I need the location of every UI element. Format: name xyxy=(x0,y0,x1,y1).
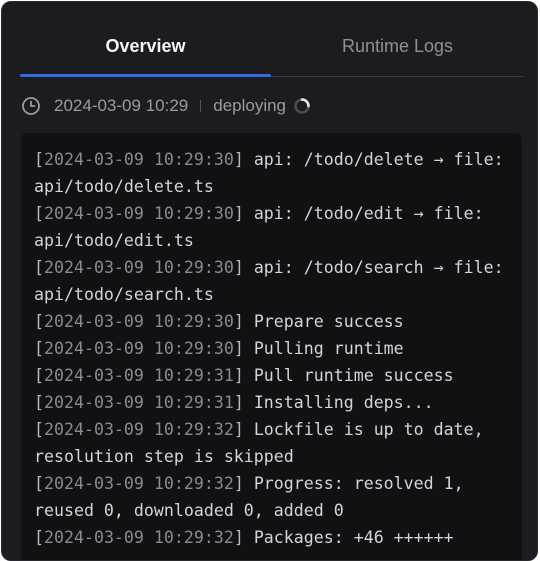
log-line: [2024-03-09 10:29:30] Prepare success xyxy=(34,308,510,335)
log-line: [2024-03-09 10:29:31] Installing deps... xyxy=(34,389,510,416)
log-line: [2024-03-09 10:29:30] api: /todo/delete … xyxy=(34,146,510,200)
log-bracket: [ xyxy=(34,312,44,331)
log-bracket: [ xyxy=(34,339,44,358)
log-message: Pull runtime success xyxy=(253,366,454,385)
tab-overview[interactable]: Overview xyxy=(20,2,271,76)
deployment-panel: Overview Runtime Logs 2024-03-09 10:29 d… xyxy=(1,1,538,561)
log-timestamp: 2024-03-09 10:29:30 xyxy=(44,258,234,277)
log-bracket: ] xyxy=(233,366,254,385)
log-line: [2024-03-09 10:29:30] api: /todo/edit → … xyxy=(34,200,510,254)
log-bracket: [ xyxy=(34,474,44,493)
log-bracket: ] xyxy=(233,150,254,169)
loading-spinner-icon xyxy=(294,98,310,114)
log-bracket: [ xyxy=(34,366,44,385)
log-bracket: [ xyxy=(34,204,44,223)
meta-divider xyxy=(200,100,202,112)
deployment-timestamp: 2024-03-09 10:29 xyxy=(54,96,189,115)
log-timestamp: 2024-03-09 10:29:32 xyxy=(44,474,234,493)
clock-icon xyxy=(22,97,40,115)
log-line: [2024-03-09 10:29:32] Packages: +46 ++++… xyxy=(34,524,510,551)
log-message: Installing deps... xyxy=(253,393,434,412)
log-timestamp: 2024-03-09 10:29:30 xyxy=(44,339,234,358)
log-line: [2024-03-09 10:29:32] Progress: resolved… xyxy=(34,470,510,524)
log-timestamp: 2024-03-09 10:29:31 xyxy=(44,393,234,412)
log-timestamp: 2024-03-09 10:29:30 xyxy=(44,150,234,169)
deployment-status: deploying xyxy=(213,96,287,115)
log-bracket: [ xyxy=(34,258,44,277)
log-bracket: ] xyxy=(233,474,254,493)
log-line: [2024-03-09 10:29:32] Lockfile is up to … xyxy=(34,416,510,470)
log-bracket: ] xyxy=(233,393,254,412)
log-message: Prepare success xyxy=(253,312,404,331)
deployment-meta: 2024-03-09 10:29 deploying xyxy=(21,94,311,118)
log-line: [2024-03-09 10:29:31] Pull runtime succe… xyxy=(34,362,510,389)
log-bracket: [ xyxy=(34,420,44,439)
log-timestamp: 2024-03-09 10:29:30 xyxy=(44,204,234,223)
log-message: Packages: +46 ++++++ xyxy=(253,528,454,547)
log-bracket: ] xyxy=(233,312,254,331)
log-message: Pulling runtime xyxy=(253,339,404,358)
log-line: [2024-03-09 10:29:30] Pulling runtime xyxy=(34,335,510,362)
tab-runtime-logs[interactable]: Runtime Logs xyxy=(272,2,523,76)
tab-bar: Overview Runtime Logs xyxy=(20,2,523,77)
log-bracket: ] xyxy=(233,258,254,277)
log-bracket: ] xyxy=(233,204,254,223)
log-bracket: [ xyxy=(34,528,44,547)
log-console: [2024-03-09 10:29:30] api: /todo/delete … xyxy=(21,133,522,560)
log-bracket: [ xyxy=(34,393,44,412)
log-timestamp: 2024-03-09 10:29:32 xyxy=(44,420,234,439)
active-tab-indicator xyxy=(20,74,271,77)
log-timestamp: 2024-03-09 10:29:30 xyxy=(44,312,234,331)
log-bracket: [ xyxy=(34,150,44,169)
log-timestamp: 2024-03-09 10:29:32 xyxy=(44,528,234,547)
log-bracket: ] xyxy=(233,339,254,358)
log-line: [2024-03-09 10:29:30] api: /todo/search … xyxy=(34,254,510,308)
log-bracket: ] xyxy=(233,528,254,547)
log-timestamp: 2024-03-09 10:29:31 xyxy=(44,366,234,385)
log-bracket: ] xyxy=(233,420,254,439)
